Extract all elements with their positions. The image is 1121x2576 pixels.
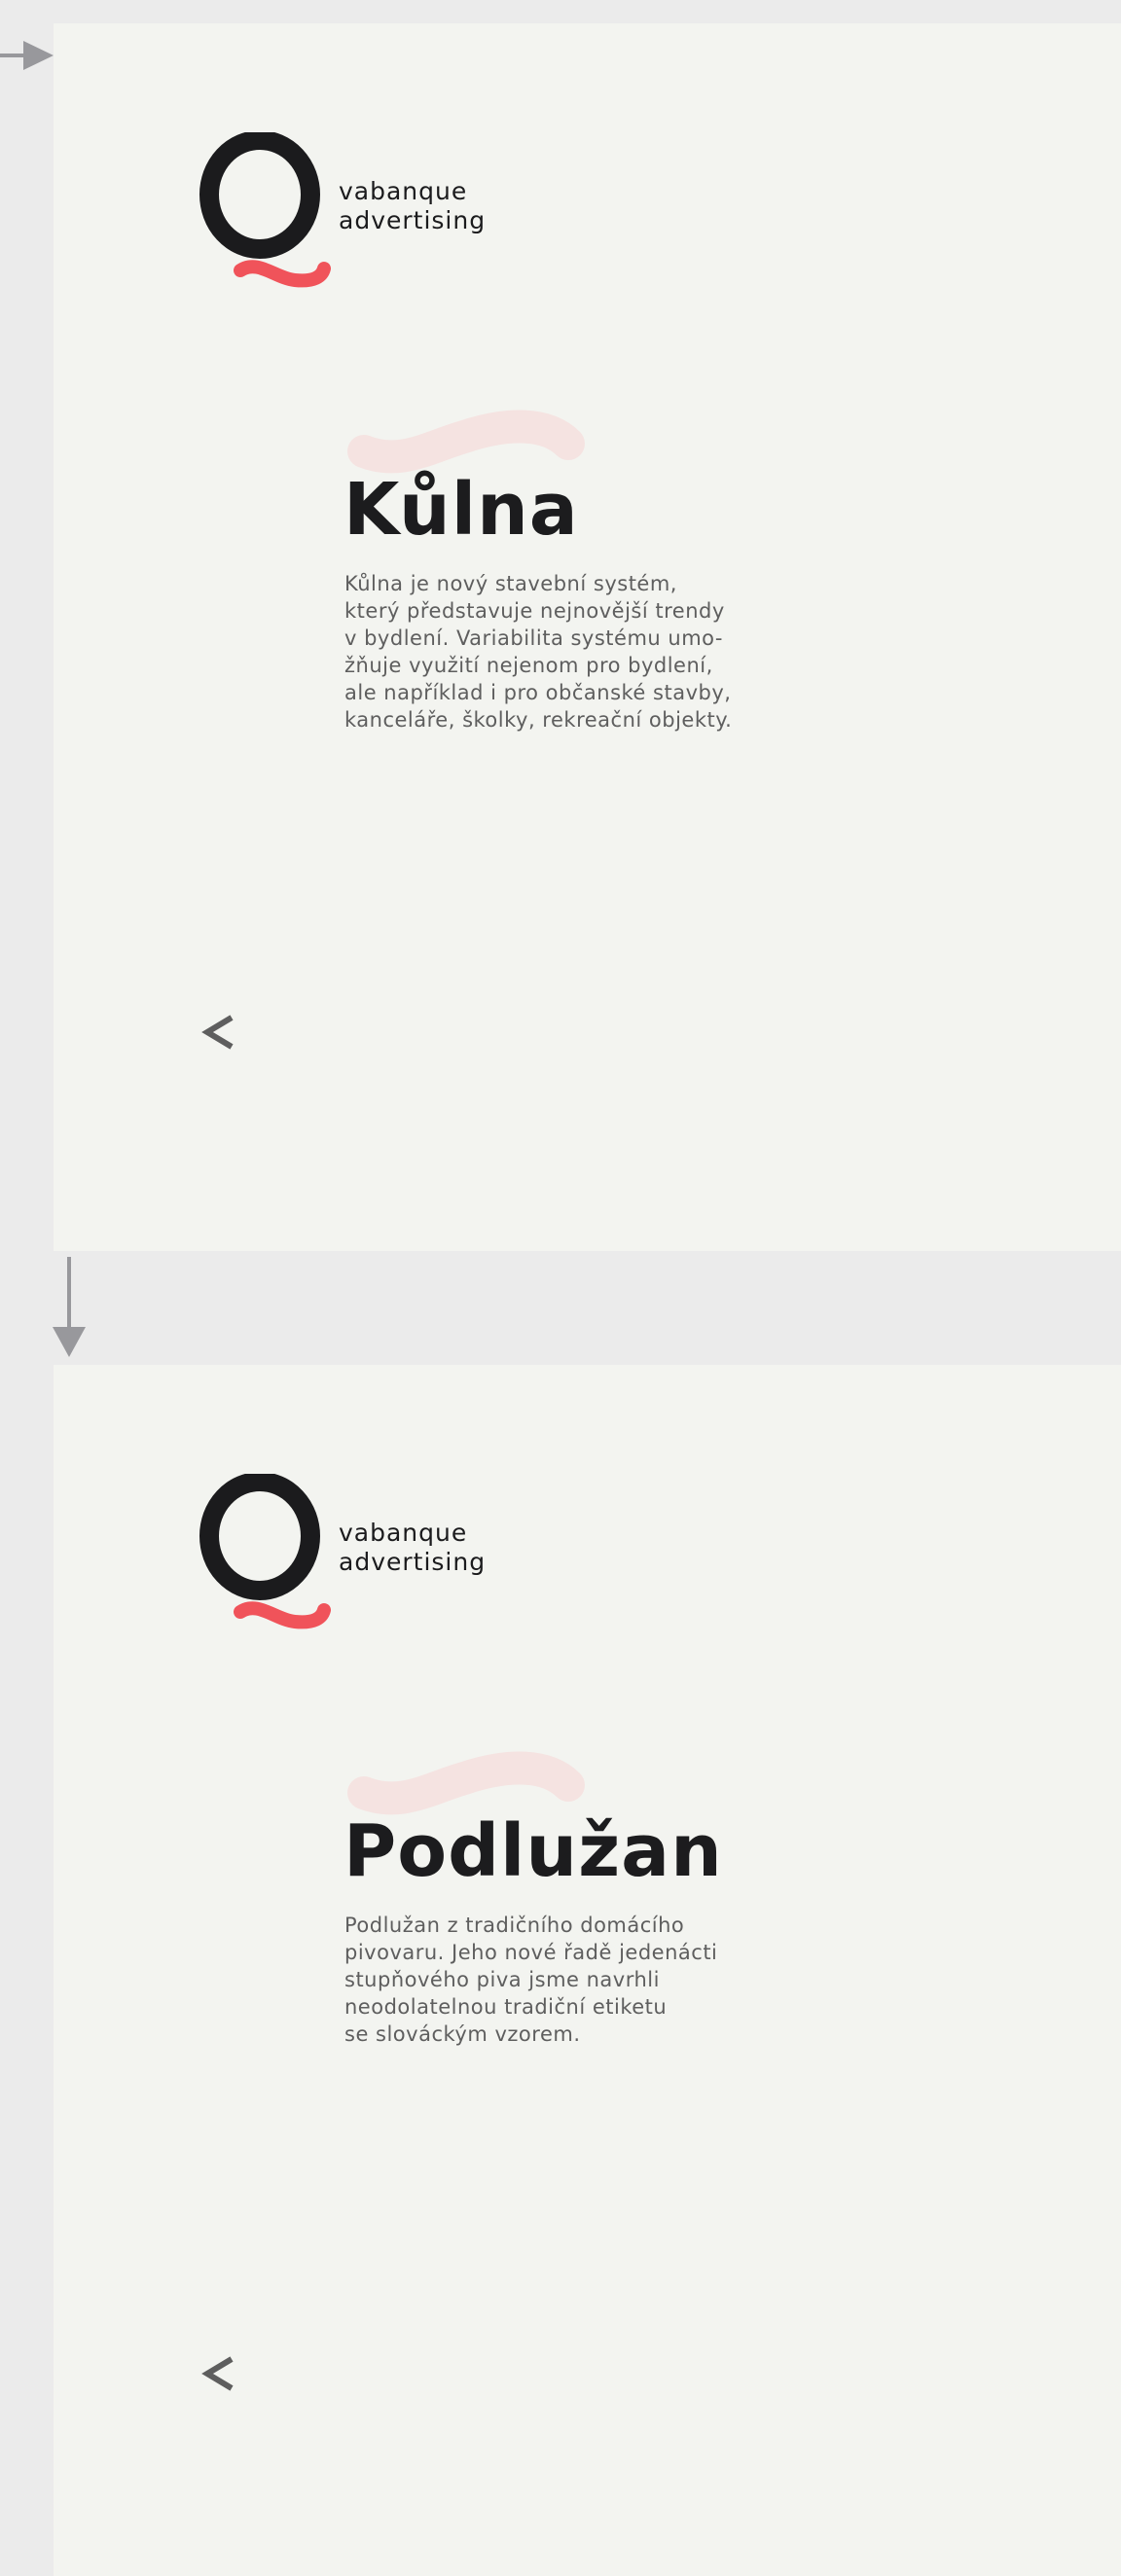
brand-logo[interactable]: vabanque advertising (199, 1474, 511, 1639)
project-description: Podlužan z tradičního domácího pivovaru.… (344, 1912, 812, 2048)
description-line: pivovaru. Jeho nové řadě jedenácti (344, 1941, 718, 1964)
logo-wordmark: vabanque advertising (339, 1519, 486, 1577)
q-logo-icon (199, 1474, 331, 1629)
logo-line-2: advertising (339, 206, 487, 234)
description-line: žňuje využití nejenom pro bydlení, (344, 654, 713, 677)
project-description: Kůlna je nový stavební systém, který pře… (344, 570, 812, 733)
logo-line-2: advertising (339, 1548, 487, 1576)
description-line: ale například i pro občanské stavby, (344, 681, 732, 704)
chevron-left-icon (201, 1015, 234, 1050)
logo-line-1: vabanque (339, 177, 468, 205)
arrow-down-icon (50, 1257, 89, 1358)
logo-line-1: vabanque (339, 1519, 468, 1547)
q-logo-icon (199, 132, 331, 288)
description-line: Podlužan z tradičního domácího (344, 1914, 685, 1937)
description-line: kanceláře, školky, rekreační objekty. (344, 708, 733, 732)
prev-slide-button[interactable] (199, 1008, 238, 1056)
description-line: neodolatelnou tradiční etiketu (344, 1995, 668, 2019)
slide-kulna: vabanque advertising Kůlna Kůlna je nový… (54, 23, 1121, 1251)
project-title: Podlužan (344, 1809, 723, 1893)
brand-logo[interactable]: vabanque advertising (199, 132, 511, 298)
description-line: se slováckým vzorem. (344, 2022, 581, 2046)
description-line: stupňového piva jsme navrhli (344, 1968, 660, 1991)
logo-wordmark: vabanque advertising (339, 177, 486, 235)
prev-slide-button[interactable] (199, 2349, 238, 2398)
chevron-left-icon (201, 2356, 234, 2391)
description-line: Kůlna je nový stavební systém, (344, 572, 677, 595)
arrow-right-icon (0, 39, 54, 72)
description-line: v bydlení. Variabilita systému umo- (344, 626, 723, 650)
description-line: který představuje nejnovější trendy (344, 599, 725, 623)
project-title: Kůlna (344, 468, 579, 552)
slide-podluzan: vabanque advertising Podlužan Podlužan z… (54, 1365, 1121, 2576)
